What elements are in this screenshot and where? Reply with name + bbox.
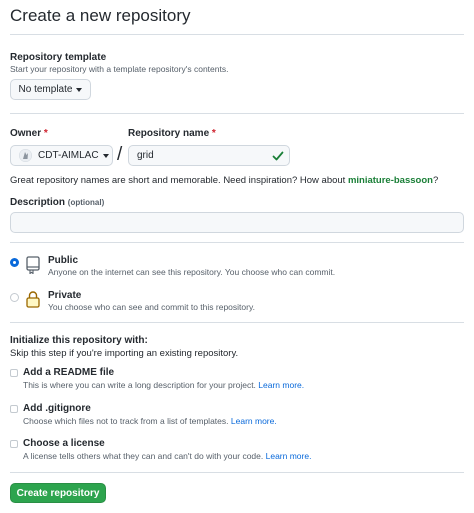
template-note: Start your repository with a template re…: [10, 64, 229, 74]
private-desc: You choose who can see and commit to thi…: [48, 302, 255, 312]
gitignore-title: Add .gitignore: [23, 403, 91, 414]
check-icon: [272, 151, 284, 161]
readme-desc-text: This is where you can write a long descr…: [23, 380, 256, 390]
caret-down-icon: [102, 153, 109, 158]
description-label: Description (optional): [10, 197, 104, 208]
divider: [10, 322, 464, 323]
caret-down-icon: [76, 87, 83, 92]
repo-name-hint-tail: ?: [432, 175, 439, 186]
divider: [10, 472, 464, 473]
init-title: Initialize this repository with:: [10, 335, 148, 346]
divider: [10, 113, 464, 114]
readme-desc: This is where you can write a long descr…: [23, 380, 304, 390]
divider: [10, 34, 464, 35]
owner-value: CDT-AIMLAC: [38, 150, 99, 161]
create-repository-button[interactable]: Create repository: [10, 483, 106, 503]
repo-name-value: grid: [137, 150, 154, 161]
owner-required-marker: *: [43, 128, 48, 139]
gitignore-checkbox[interactable]: [10, 405, 18, 413]
description-optional: (optional): [67, 198, 105, 207]
repo-name-hint: Great repository names are short and mem…: [10, 175, 438, 186]
readme-title: Add a README file: [23, 367, 115, 378]
owner-repo-separator: /: [117, 144, 123, 165]
page-title: Create a new repository: [10, 6, 191, 25]
owner-avatar: [19, 149, 32, 162]
license-title: Choose a license: [23, 438, 105, 449]
readme-learn-more-link[interactable]: Learn more.: [258, 380, 304, 390]
license-checkbox[interactable]: [10, 440, 18, 448]
gitignore-desc: Choose which files not to track from a l…: [23, 416, 277, 426]
template-label: Repository template: [10, 52, 107, 63]
owner-dropdown-button[interactable]: CDT-AIMLAC: [10, 145, 113, 166]
license-learn-more-link[interactable]: Learn more.: [266, 451, 312, 461]
template-dropdown-label: No template: [18, 84, 73, 95]
template-dropdown-button[interactable]: No template: [10, 79, 91, 100]
public-radio[interactable]: [10, 258, 19, 267]
description-input[interactable]: [10, 212, 464, 233]
divider: [10, 242, 464, 243]
license-desc-text: A license tells others what they can and…: [23, 451, 264, 461]
lock-icon: [26, 291, 40, 308]
gitignore-learn-more-link[interactable]: Learn more.: [231, 416, 277, 426]
repo-name-hint-text: Great repository names are short and mem…: [10, 175, 348, 186]
repo-icon: [26, 256, 40, 274]
repo-name-suggestion[interactable]: miniature-bassoon: [348, 175, 433, 186]
repo-name-required-marker: *: [211, 128, 216, 139]
readme-checkbox[interactable]: [10, 369, 18, 377]
init-note: Skip this step if you're importing an ex…: [10, 348, 239, 359]
private-radio[interactable]: [10, 293, 19, 302]
gitignore-desc-text: Choose which files not to track from a l…: [23, 416, 229, 426]
owner-label-text: Owner: [10, 128, 42, 139]
description-label-text: Description: [10, 197, 66, 208]
repo-name-label: Repository name *: [128, 128, 216, 139]
license-desc: A license tells others what they can and…: [23, 451, 311, 461]
repo-name-input[interactable]: grid: [128, 145, 290, 166]
public-title: Public: [48, 255, 79, 266]
repo-name-label-text: Repository name: [128, 128, 210, 139]
owner-label: Owner *: [10, 128, 48, 139]
public-desc: Anyone on the internet can see this repo…: [48, 267, 336, 277]
private-title: Private: [48, 290, 82, 301]
